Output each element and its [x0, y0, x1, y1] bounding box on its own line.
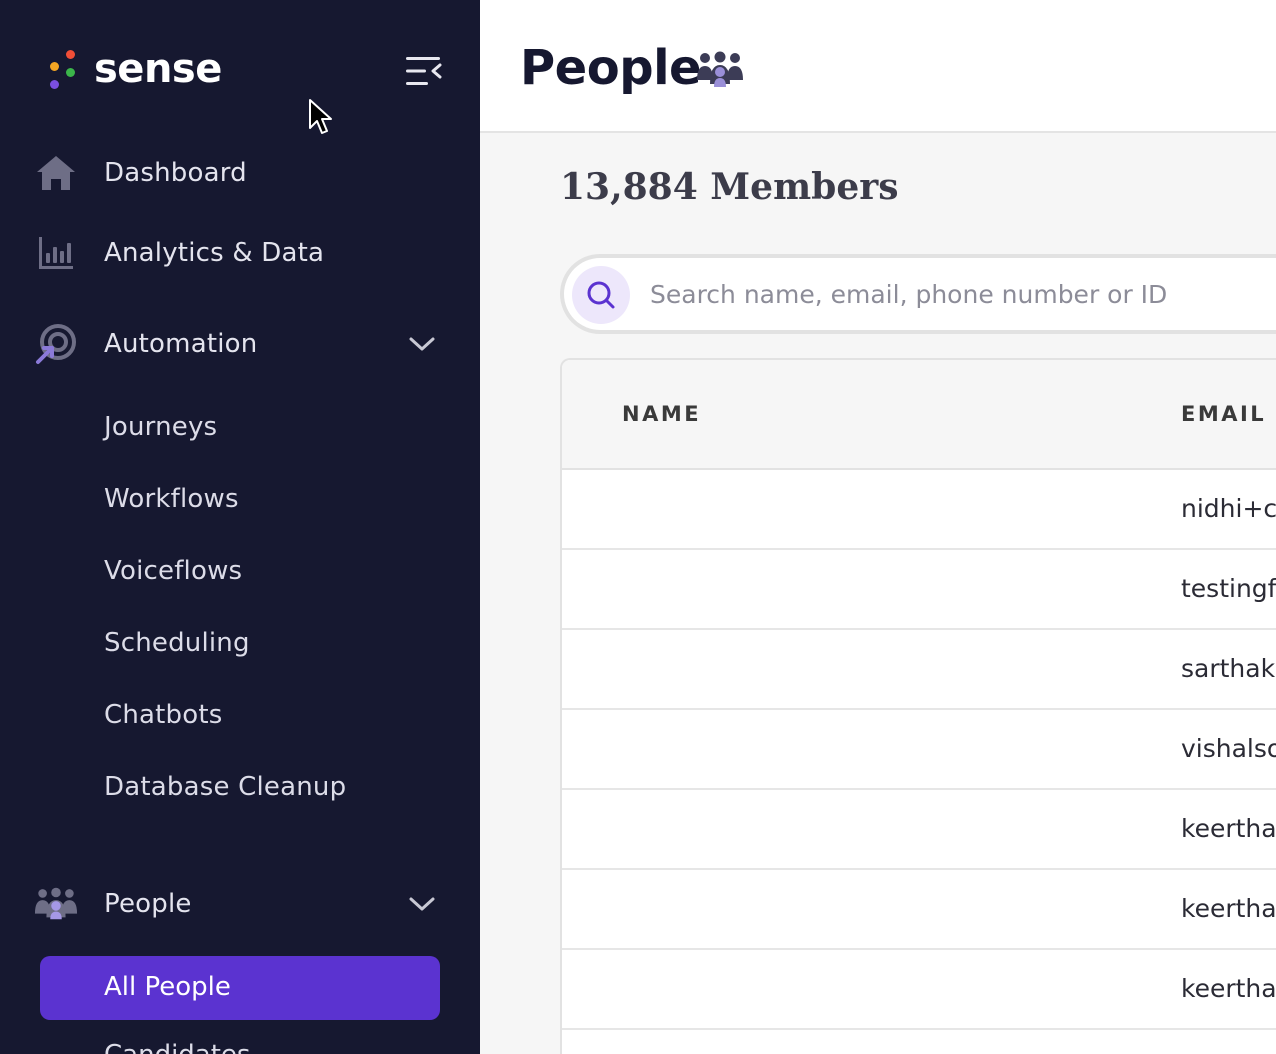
- table-row[interactable]: sarthak.: [562, 630, 1276, 710]
- email-cell: keertha: [1181, 814, 1276, 843]
- search-input[interactable]: [650, 272, 1276, 316]
- sense-logo[interactable]: sense: [48, 48, 222, 90]
- table-row[interactable]: keertha: [562, 790, 1276, 870]
- search-button[interactable]: [572, 266, 630, 324]
- sidebar-item-people[interactable]: People: [0, 876, 480, 932]
- people-group-icon: [34, 887, 78, 920]
- home-icon: [37, 156, 75, 190]
- table-row[interactable]: keertha: [562, 950, 1276, 1030]
- email-cell: testingf: [1181, 574, 1276, 603]
- mouse-cursor-icon: [309, 99, 332, 134]
- sidebar-subitem-chatbots[interactable]: Chatbots: [104, 700, 223, 730]
- main-content: People 13,884 Members NAME EMAIL nidh: [480, 0, 1276, 1054]
- sidebar-item-automation[interactable]: Automation: [0, 316, 480, 372]
- table-row[interactable]: nidhi+ca: [562, 470, 1276, 550]
- table-row[interactable]: testingf: [562, 550, 1276, 630]
- sidebar-item-dashboard[interactable]: Dashboard: [0, 145, 480, 201]
- member-count: 13,884 Members: [560, 166, 899, 208]
- sidebar-subitem-all-people[interactable]: All People: [40, 956, 440, 1020]
- email-cell: keertha: [1181, 894, 1276, 923]
- sidebar-item-label: Automation: [104, 329, 258, 359]
- automation-target-icon: [36, 324, 76, 364]
- bar-chart-icon: [39, 237, 73, 269]
- logo-dots-icon: [48, 48, 78, 90]
- collapse-menu-icon: [406, 57, 442, 85]
- sidebar-subitem-journeys[interactable]: Journeys: [104, 412, 217, 442]
- sidebar-subitem-database-cleanup[interactable]: Database Cleanup: [104, 772, 346, 802]
- table-row[interactable]: vishalso: [562, 710, 1276, 790]
- sidebar-item-label: Dashboard: [104, 158, 247, 188]
- sidebar-subitem-candidates[interactable]: Candidates: [104, 1040, 250, 1054]
- sidebar-item-label: People: [104, 889, 192, 919]
- sidebar-subitem-scheduling[interactable]: Scheduling: [104, 628, 250, 658]
- collapse-sidebar-button[interactable]: [404, 54, 444, 88]
- sidebar-subitem-label: All People: [104, 972, 231, 1002]
- sidebar-subitem-workflows[interactable]: Workflows: [104, 484, 239, 514]
- column-header-email[interactable]: EMAIL: [1181, 402, 1266, 426]
- page-header: People: [480, 0, 1276, 133]
- sidebar-subitem-voiceflows[interactable]: Voiceflows: [104, 556, 242, 586]
- table-header: NAME EMAIL: [562, 360, 1276, 470]
- search-icon: [587, 281, 615, 309]
- sidebar-item-analytics[interactable]: Analytics & Data: [0, 225, 480, 281]
- brand-name: sense: [94, 46, 222, 92]
- sidebar: sense Dashboard Analytics & Data Automat…: [0, 0, 480, 1054]
- table-row[interactable]: keertha: [562, 870, 1276, 950]
- page-title: People: [520, 40, 702, 96]
- people-group-icon: [697, 51, 743, 87]
- people-table: NAME EMAIL nidhi+ca testingf sarthak. vi…: [560, 358, 1276, 1054]
- email-cell: sarthak.: [1181, 654, 1276, 683]
- search-bar: [560, 254, 1276, 334]
- sidebar-item-label: Analytics & Data: [104, 238, 325, 268]
- chevron-down-icon[interactable]: [408, 334, 436, 354]
- email-cell: keertha: [1181, 974, 1276, 1003]
- chevron-down-icon[interactable]: [408, 894, 436, 914]
- email-cell: vishalso: [1181, 734, 1276, 763]
- email-cell: nidhi+ca: [1181, 494, 1276, 523]
- column-header-name[interactable]: NAME: [622, 402, 701, 426]
